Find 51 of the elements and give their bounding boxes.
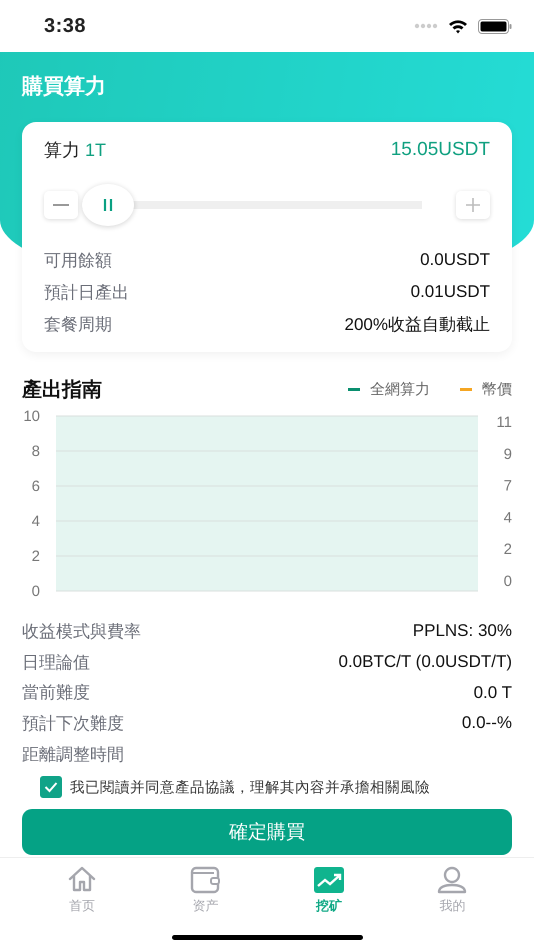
axis-tick-label: 4 xyxy=(504,509,512,526)
tab-item[interactable]: 首页 xyxy=(46,864,117,920)
field-label: 套餐周期 xyxy=(44,314,112,336)
tab-item[interactable]: 挖矿 xyxy=(294,864,364,920)
agreement-checkbox[interactable] xyxy=(40,776,62,798)
page-title: 購買算力 xyxy=(22,74,107,100)
axis-tick-label: 2 xyxy=(504,541,512,558)
axis-tick-label: 6 xyxy=(32,478,40,495)
field-value: 0.01USDT xyxy=(410,282,490,302)
tab-item[interactable]: 我的 xyxy=(417,864,488,920)
grip-icon xyxy=(103,199,113,211)
field-value: 0.0 T xyxy=(474,682,512,703)
legend-label: 幣價 xyxy=(482,380,512,398)
field-label: 距離調整時間 xyxy=(22,744,124,766)
field-label: 當前難度 xyxy=(22,682,90,704)
field-label: 可用餘額 xyxy=(44,250,112,272)
status-time: 3:38 xyxy=(44,14,86,38)
field-value: 0.0USDT xyxy=(420,250,490,270)
wifi-icon xyxy=(448,18,468,34)
field-value: 0.0--% xyxy=(462,713,512,734)
field-label: 收益模式與費率 xyxy=(22,620,141,643)
tab-item[interactable]: 资产 xyxy=(170,864,240,920)
slider-thumb[interactable] xyxy=(82,184,134,226)
price-text: 15.05USDT xyxy=(390,139,490,161)
axis-tick-label: 4 xyxy=(32,513,40,530)
axis-tick-label: 9 xyxy=(504,446,512,463)
minus-icon xyxy=(53,204,69,206)
plus-button[interactable] xyxy=(456,191,490,219)
field-value: PPLNS: 30% xyxy=(412,621,512,642)
battery-icon xyxy=(478,18,512,34)
hashrate-label: 算力 1T xyxy=(44,139,106,162)
confirm-purchase-button[interactable]: 確定購買 xyxy=(22,809,512,856)
axis-tick-label: 10 xyxy=(23,408,40,425)
axis-tick-label: 11 xyxy=(496,414,512,431)
axis-tick-label: 8 xyxy=(32,443,40,460)
agreement-text: 我已閱讀并同意產品協議，理解其內容并承擔相關風險 xyxy=(70,778,430,797)
section-title: 產出指南 xyxy=(22,378,102,402)
axis-tick-label: 7 xyxy=(504,478,512,495)
field-label: 預計下次難度 xyxy=(22,712,124,735)
field-value: 200%收益自動截止 xyxy=(344,314,490,336)
legend-label: 全網算力 xyxy=(370,380,430,398)
field-label: 日理論值 xyxy=(22,652,90,674)
axis-tick-label: 0 xyxy=(32,583,40,600)
field-value: 0.0BTC/T (0.0USDT/T) xyxy=(338,652,512,672)
axis-tick-label: 2 xyxy=(32,548,40,565)
checkmark-icon xyxy=(44,781,58,794)
field-label: 預計日產出 xyxy=(44,282,129,304)
signal-dots-icon xyxy=(414,23,438,29)
minus-button[interactable] xyxy=(44,191,78,219)
plus-icon xyxy=(466,198,480,212)
axis-tick-label: 0 xyxy=(504,573,512,590)
